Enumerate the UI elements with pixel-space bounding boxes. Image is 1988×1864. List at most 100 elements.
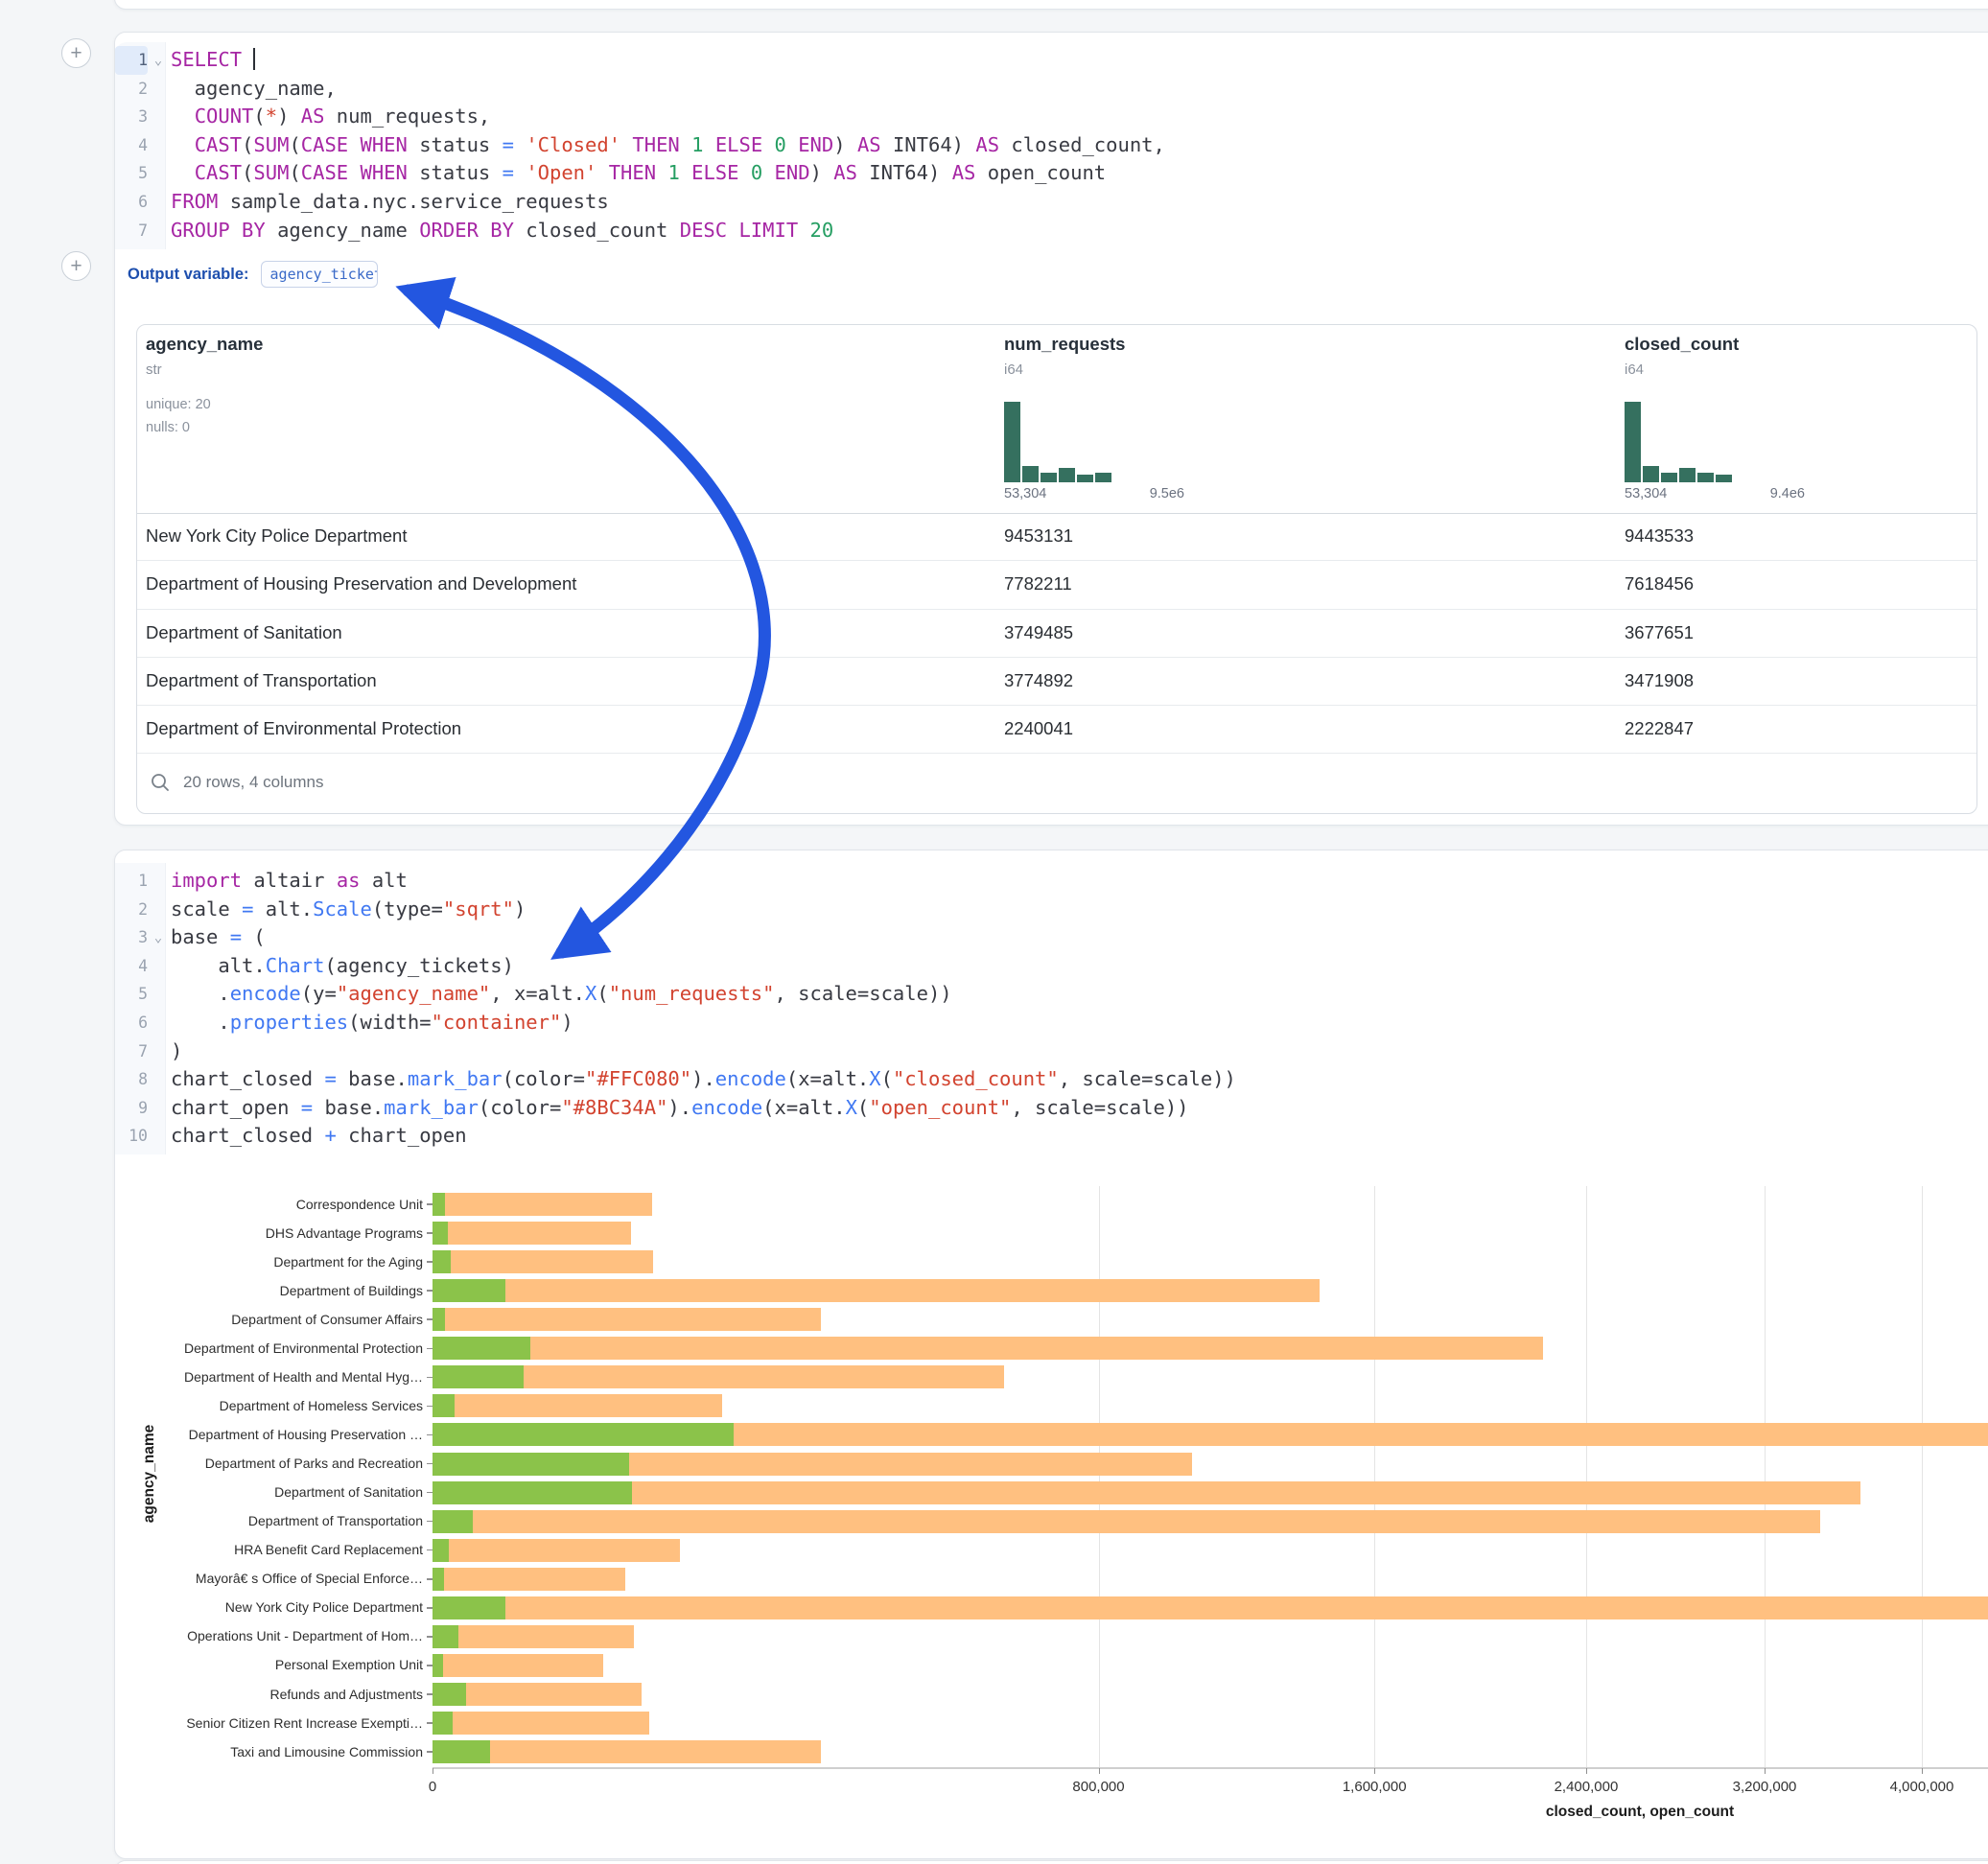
code-line[interactable]: 1import altair as alt [115,867,1236,896]
table-footer: 20 rows, 4 columns [137,752,1976,813]
bar-closed_count [433,1222,631,1245]
code-token: (y= [301,982,337,1005]
code-line[interactable]: 9chart_open = base.mark_bar(color="#8BC3… [115,1094,1236,1123]
code-token: alt. [171,954,266,977]
fold-chevron-icon[interactable]: ⌄ [151,924,166,953]
category-label: Senior Citizen Rent Increase Exempti… [115,1715,423,1731]
code-token: ( [253,105,265,128]
bar-open_count [433,1654,443,1677]
histogram-bar [1077,475,1093,482]
code-token: status [408,133,503,156]
line-number: 6 [115,188,148,217]
histogram-bar [1643,466,1659,482]
code-token: ) [171,1039,182,1062]
code-line[interactable]: 4 alt.Chart(agency_tickets) [115,952,1236,981]
column-header: agency_name [146,334,263,355]
code-text: alt.Chart(agency_tickets) [171,952,514,981]
code-line[interactable]: 3 COUNT(*) AS num_requests, [115,103,1165,131]
x-axis-title: closed_count, open_count [1546,1804,1734,1821]
category-label: Mayorâ€ s Office of Special Enforce… [115,1571,423,1586]
code-token: COUNT [195,105,254,128]
bar-open_count [433,1337,530,1360]
code-line[interactable]: 2 agency_name, [115,75,1165,104]
line-number: 8 [115,1065,148,1094]
x-tick-label: 2,400,000 [1555,1779,1619,1795]
code-text: chart_closed + chart_open [171,1122,467,1151]
table-cell: Department of Sanitation [146,610,342,656]
code-token: ) [810,161,834,184]
gridline [1922,1186,1923,1767]
category-label: Refunds and Adjustments [115,1687,423,1702]
category-label: Department of Environmental Protection [115,1340,423,1356]
code-line[interactable]: 1⌄SELECT [115,46,1165,75]
code-token: base [171,925,230,948]
add-cell-button[interactable]: + [61,251,91,281]
code-line[interactable]: 4 CAST(SUM(CASE WHEN status = 'Closed' T… [115,131,1165,160]
code-token: Chart [266,954,325,977]
column-meta: nulls: 0 [146,420,190,435]
code-token: sample_data.nyc.service_requests [218,190,608,213]
code-token: , scale=scale)) [775,982,952,1005]
histogram-bar [1661,473,1677,482]
code-line[interactable]: 8chart_closed = base.mark_bar(color="#FF… [115,1065,1236,1094]
code-token [680,161,691,184]
bar-closed_count [433,1279,1320,1302]
sql-editor[interactable]: 1⌄SELECT 2 agency_name,3 COUNT(*) AS num… [115,46,1165,245]
code-token: = [324,1067,336,1090]
output-variable-chip[interactable]: agency_tickets [261,261,378,288]
line-number: 7 [115,1037,148,1066]
code-token [798,219,809,242]
code-token: Scale [313,897,372,920]
code-token: ELSE [691,161,738,184]
line-number: 3 [115,923,148,952]
column-type: i64 [1004,361,1023,378]
code-token: THEN [609,161,656,184]
gridline [1586,1186,1587,1767]
histogram-max-label: 9.4e6 [1625,486,1805,501]
code-token: SUM [253,161,289,184]
bar-open_count [433,1308,445,1331]
code-token: X [869,1067,880,1090]
histogram-bar [1004,402,1020,482]
line-number: 2 [115,75,148,104]
histogram-bar [1041,473,1057,482]
search-icon[interactable] [150,772,171,793]
code-line[interactable]: 10chart_closed + chart_open [115,1122,1236,1151]
bar-closed_count [433,1394,722,1417]
table-cell: 3677651 [1625,610,1694,656]
python-editor[interactable]: 1import altair as alt2scale = alt.Scale(… [115,867,1236,1151]
code-token: alt [361,869,408,892]
code-token: SUM [253,133,289,156]
category-label: New York City Police Department [115,1599,423,1615]
code-line[interactable]: 5 CAST(SUM(CASE WHEN status = 'Open' THE… [115,159,1165,188]
x-tick [1922,1768,1923,1774]
code-token: 'Open' [526,161,596,184]
bar-closed_count [433,1481,1860,1504]
code-token: open_count [975,161,1106,184]
code-token: GROUP BY [171,219,266,242]
code-line[interactable]: 6FROM sample_data.nyc.service_requests [115,188,1165,217]
code-token [242,48,253,71]
code-token: base. [313,1096,384,1119]
code-line[interactable]: 3⌄base = ( [115,923,1236,952]
line-number: 4 [115,952,148,981]
code-text: import altair as alt [171,867,408,896]
x-tick-label: 3,200,000 [1733,1779,1797,1795]
code-line[interactable]: 5 .encode(y="agency_name", x=alt.X("num_… [115,980,1236,1009]
code-line[interactable]: 7GROUP BY agency_name ORDER BY closed_co… [115,217,1165,245]
code-token: (color= [503,1067,585,1090]
code-token: ORDER BY [419,219,514,242]
output-variable-label: Output variable: [128,266,249,284]
histogram-bar [1059,468,1075,482]
category-label: Department of Sanitation [115,1484,423,1500]
code-line[interactable]: 7) [115,1037,1236,1066]
line-number: 2 [115,896,148,924]
table-header: agency_namestrunique: 20nulls: 0num_requ… [137,325,1976,514]
code-line[interactable]: 2scale = alt.Scale(type="sqrt") [115,896,1236,924]
code-token: , scale=scale)) [1059,1067,1236,1090]
fold-chevron-icon[interactable]: ⌄ [151,47,166,76]
bar-closed_count [433,1596,1988,1619]
code-line[interactable]: 6 .properties(width="container") [115,1009,1236,1037]
add-cell-button[interactable]: + [61,38,91,68]
line-number: 7 [115,217,148,245]
